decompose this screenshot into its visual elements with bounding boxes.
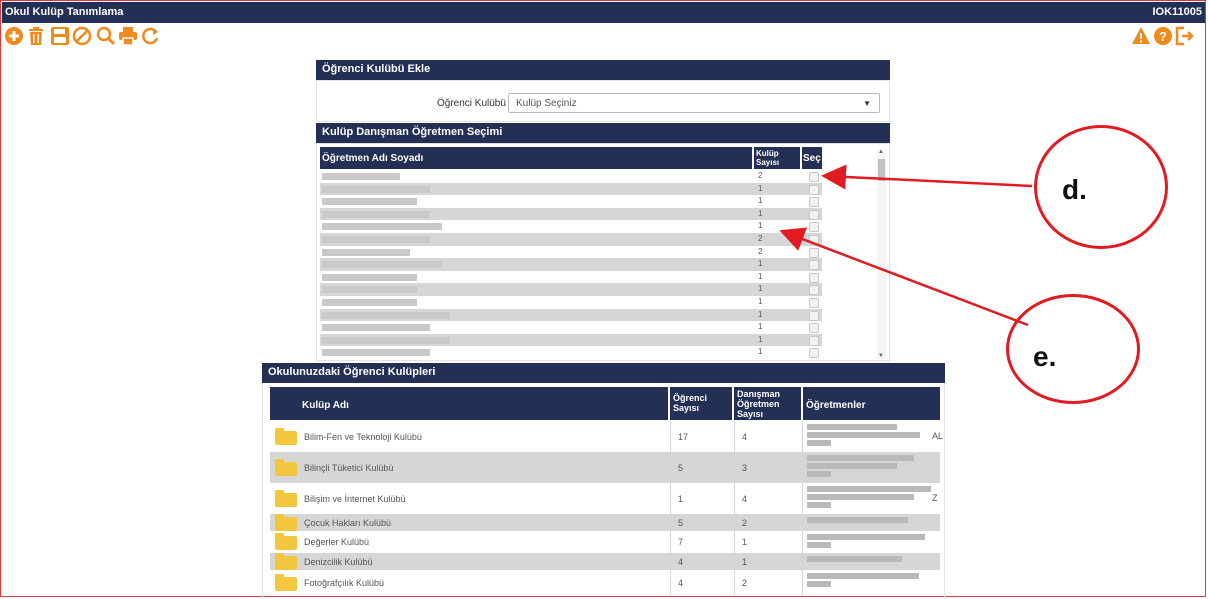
callout-d: d. [1034,125,1168,249]
arrow-d [821,164,1033,190]
annotation-arrows [779,164,1033,327]
arrow-e [779,227,1029,327]
callout-e: e. [1006,294,1140,404]
